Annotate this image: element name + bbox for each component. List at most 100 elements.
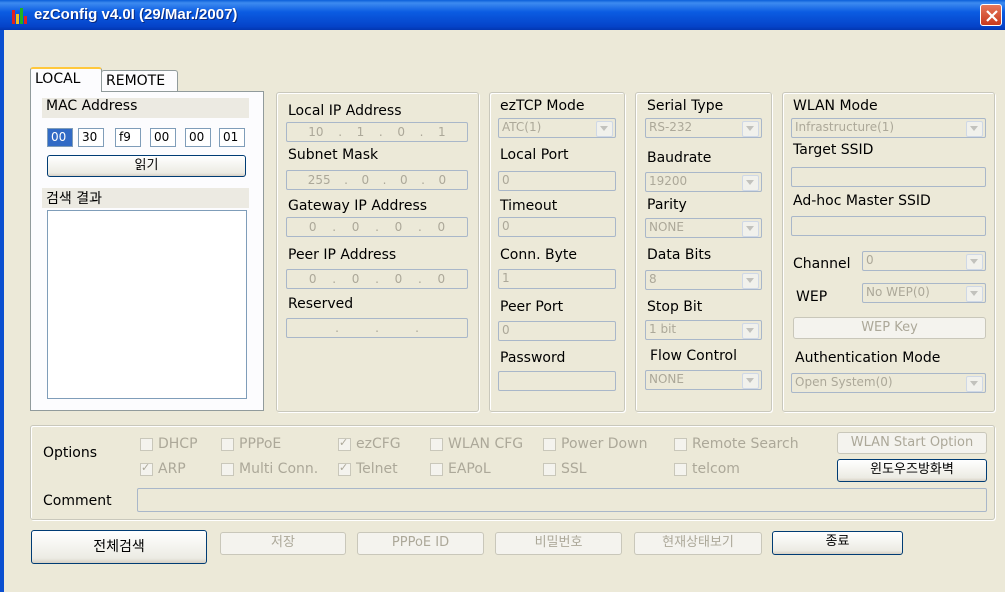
wep-key-button[interactable]: WEP Key: [793, 317, 986, 339]
app-icon: [12, 8, 28, 24]
read-button[interactable]: 읽기: [47, 155, 246, 177]
save-button[interactable]: 저장: [220, 532, 346, 555]
power-down-checkbox[interactable]: Power Down: [543, 436, 647, 452]
stop-bit-label: Stop Bit: [647, 299, 703, 315]
tab-remote[interactable]: REMOTE: [101, 70, 178, 92]
checkbox-label: Power Down: [561, 436, 648, 452]
baudrate-label: Baudrate: [647, 150, 712, 166]
dhcp-checkbox[interactable]: DHCP: [140, 436, 198, 452]
exit-button[interactable]: 종료: [772, 531, 903, 555]
subnet-mask-field[interactable]: 255. 0. 0. 0: [286, 170, 468, 190]
eztcp-mode-select[interactable]: ATC(1): [498, 118, 616, 138]
mac-byte-6[interactable]: 01: [219, 128, 245, 147]
checkbox-label: Remote Search: [692, 436, 799, 452]
mac-byte-4[interactable]: 00: [150, 128, 176, 147]
ip-dot: .: [375, 220, 379, 234]
chevron-down-icon: [742, 175, 759, 191]
ip-dot: .: [419, 125, 424, 139]
wlan-cfg-checkbox[interactable]: WLAN CFG: [430, 436, 523, 452]
pppoe-checkbox[interactable]: PPPoE: [221, 436, 281, 452]
status-view-button[interactable]: 현재상태보기: [634, 532, 762, 555]
chevron-down-icon: [966, 376, 983, 392]
search-result-list[interactable]: [47, 210, 247, 399]
wlan-mode-select[interactable]: Infrastructure(1): [791, 118, 986, 138]
ip-octet: 0: [394, 272, 403, 286]
mac-byte-1[interactable]: 00: [47, 128, 73, 147]
channel-select[interactable]: 0: [862, 251, 986, 271]
flow-control-value: NONE: [649, 372, 684, 386]
reserved-label: Reserved: [288, 296, 354, 312]
gateway-label: Gateway IP Address: [288, 198, 428, 214]
ip-octet: 1: [356, 125, 365, 139]
ip-dot: .: [344, 173, 348, 187]
remote-search-checkbox[interactable]: Remote Search: [674, 436, 799, 452]
flow-control-select[interactable]: NONE: [645, 370, 762, 390]
pppoe-id-button[interactable]: PPPoE ID: [357, 532, 484, 555]
conn-byte-field[interactable]: 1: [498, 269, 616, 289]
checkbox-box: [140, 461, 153, 476]
timeout-field[interactable]: 0: [498, 217, 616, 237]
ssl-checkbox[interactable]: SSL: [543, 461, 587, 477]
window-border: [0, 30, 4, 592]
ip-dot: .: [382, 173, 387, 187]
checkbox-label: telcom: [692, 461, 740, 477]
stop-bit-select[interactable]: 1 bit: [645, 320, 762, 340]
ip-dot: .: [338, 125, 343, 139]
checkbox-label: ezCFG: [356, 436, 401, 452]
checkbox-label: WLAN CFG: [448, 436, 524, 452]
options-label: Options: [43, 445, 98, 461]
checkbox-label: EAPoL: [448, 461, 491, 477]
chevron-down-icon: [742, 273, 759, 289]
checkbox-box: [221, 437, 234, 451]
telcom-checkbox[interactable]: telcom: [674, 461, 740, 477]
baudrate-select[interactable]: 19200: [645, 172, 762, 192]
adhoc-ssid-field[interactable]: [791, 216, 986, 236]
wep-select[interactable]: No WEP(0): [862, 283, 986, 303]
ip-octet: 0: [351, 272, 360, 286]
password-button[interactable]: 비밀번호: [495, 532, 622, 555]
ip-dot: .: [335, 321, 339, 335]
target-ssid-field[interactable]: [791, 167, 986, 187]
data-bits-select[interactable]: 8: [645, 270, 762, 290]
parity-select[interactable]: NONE: [645, 218, 762, 238]
ip-dot: .: [332, 272, 337, 286]
ip-octet: 0: [397, 125, 405, 139]
checkbox-label: SSL: [561, 461, 587, 477]
serial-type-select[interactable]: RS-232: [645, 118, 762, 138]
checkbox-label: Multi Conn.: [239, 461, 319, 477]
eztcp-mode-value: ATC(1): [502, 120, 542, 134]
peer-port-field[interactable]: 0: [498, 321, 616, 341]
serial-type-value: RS-232: [649, 120, 693, 134]
telnet-checkbox[interactable]: Telnet: [338, 461, 398, 477]
multi-conn-checkbox[interactable]: Multi Conn.: [221, 461, 318, 477]
search-all-button[interactable]: 전체검색: [31, 530, 207, 564]
mac-byte-5[interactable]: 00: [185, 128, 211, 147]
password-field[interactable]: [498, 371, 616, 391]
ip-octet: 10: [308, 125, 324, 139]
chevron-down-icon: [596, 121, 613, 137]
adhoc-ssid-label: Ad-hoc Master SSID: [793, 193, 931, 209]
wlan-start-option-button[interactable]: WLAN Start Option: [837, 432, 987, 454]
close-button[interactable]: [980, 4, 1002, 26]
windows-firewall-button[interactable]: 윈도우즈방화벽: [837, 459, 987, 482]
comment-field[interactable]: [137, 488, 987, 512]
channel-value: 0: [866, 253, 874, 267]
eapol-checkbox[interactable]: EAPoL: [430, 461, 491, 477]
reserved-field[interactable]: . . .: [286, 318, 468, 338]
peer-ip-field[interactable]: 0. 0. 0. 0: [286, 269, 468, 289]
checkbox-label: ARP: [158, 461, 186, 477]
ip-octet: 0: [438, 173, 447, 187]
local-ip-field[interactable]: 10. 1. 0. 1: [286, 122, 468, 142]
arp-checkbox[interactable]: ARP: [140, 461, 186, 477]
comment-label: Comment: [43, 493, 112, 509]
gateway-field[interactable]: 0. 0. 0. 0: [286, 217, 468, 237]
local-port-field[interactable]: 0: [498, 171, 616, 191]
ezcfg-checkbox[interactable]: ezCFG: [338, 436, 401, 452]
mac-byte-3[interactable]: f9: [115, 128, 141, 147]
auth-mode-select[interactable]: Open System(0): [791, 373, 986, 393]
tab-local[interactable]: LOCAL: [30, 67, 102, 92]
wlan-mode-value: Infrastructure(1): [795, 120, 895, 134]
mac-byte-2[interactable]: 30: [78, 128, 104, 147]
chevron-down-icon: [742, 373, 759, 389]
mac-address-label: MAC Address: [46, 98, 138, 114]
